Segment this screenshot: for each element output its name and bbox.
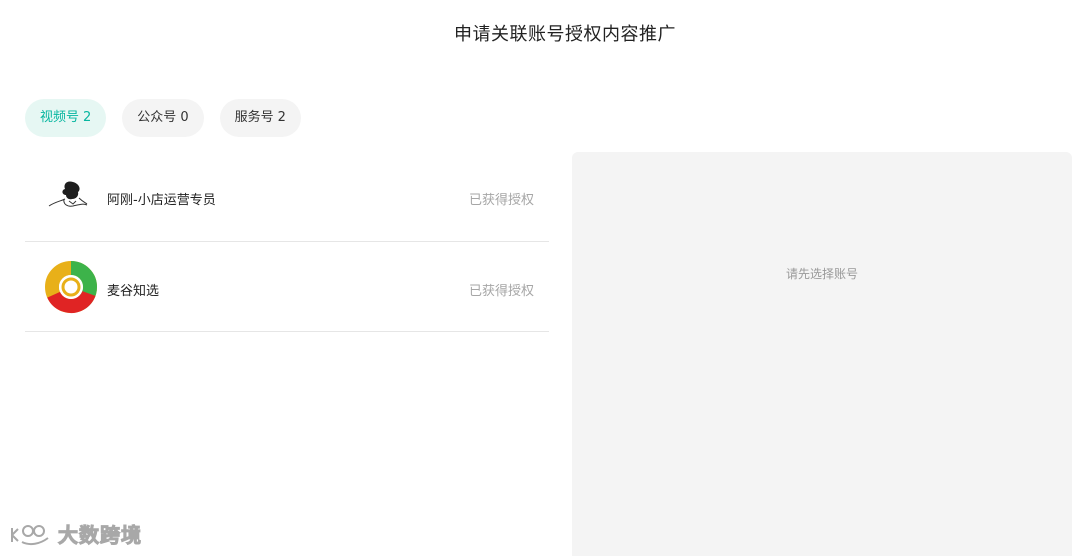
tab-official-account[interactable]: 公众号 0 (122, 99, 204, 137)
sketch-person-avatar-icon (43, 168, 99, 224)
colorful-ring-logo-icon (44, 260, 98, 314)
authorization-status: 已获得授权 (468, 193, 534, 208)
tab-service-account[interactable]: 服务号 2 (219, 99, 301, 137)
watermark: 大数跨境 (8, 519, 142, 548)
account-list: 阿刚-小店运营专员 已获得授权 麦谷知选 已获得授权 (25, 152, 549, 332)
watermark-text: 大数跨境 (58, 523, 142, 548)
page: 申请关联账号授权内容推广 视频号 2 公众号 0 服务号 2 阿刚-小店运营专员 已获… (0, 0, 1080, 556)
account-name: 阿刚-小店运营专员 (107, 193, 216, 208)
account-detail-panel: 请先选择账号 (572, 152, 1072, 556)
tab-count: 0 (180, 110, 189, 125)
tab-label: 视频号 (40, 110, 80, 125)
tab-label: 服务号 (234, 110, 274, 125)
list-item[interactable]: 麦谷知选 已获得授权 (25, 242, 549, 332)
account-name: 麦谷知选 (107, 284, 160, 299)
tab-label: 公众号 (137, 110, 177, 125)
page-title: 申请关联账号授权内容推广 (454, 24, 676, 45)
list-item[interactable]: 阿刚-小店运营专员 已获得授权 (25, 152, 549, 242)
account-type-tabs: 视频号 2 公众号 0 服务号 2 (25, 99, 301, 137)
authorization-status: 已获得授权 (468, 284, 534, 299)
select-account-hint: 请先选择账号 (785, 267, 858, 281)
tab-count: 2 (83, 110, 92, 125)
tab-video-account[interactable]: 视频号 2 (25, 99, 107, 137)
watermark-logo-icon (11, 524, 49, 545)
tab-count: 2 (277, 110, 286, 125)
